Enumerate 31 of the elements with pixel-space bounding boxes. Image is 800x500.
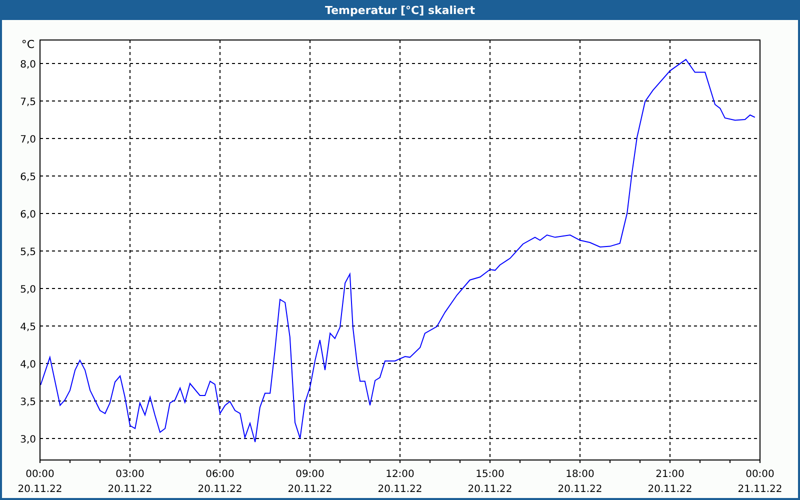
- x-tick-label: 00:00: [746, 469, 774, 480]
- date-label: 20.11.22: [288, 484, 332, 495]
- y-tick-label: 4,5: [20, 322, 36, 333]
- y-axis-unit: °C: [21, 38, 35, 51]
- y-tick-label: 3,5: [20, 396, 36, 408]
- y-tick-label: 3,0: [20, 434, 36, 446]
- x-tick-label: 00:00: [26, 469, 54, 480]
- date-label: 20.11.22: [198, 484, 242, 495]
- date-label: 20.11.22: [558, 484, 602, 495]
- x-tick-label: 09:00: [296, 469, 324, 480]
- date-label: 20.11.22: [108, 484, 152, 495]
- y-tick-label: 5,0: [20, 284, 36, 296]
- date-label: 20.11.22: [18, 484, 62, 495]
- y-tick-label: 6,5: [20, 172, 36, 183]
- y-tick-label: 6,0: [20, 209, 36, 220]
- y-tick-label: 8,0: [20, 59, 36, 70]
- y-tick-label: 5,5: [20, 246, 36, 258]
- date-label: 21.11.22: [738, 484, 782, 495]
- y-tick-label: 7,0: [20, 134, 36, 146]
- y-tick-label: 4,0: [20, 359, 36, 370]
- date-label: 20.11.22: [378, 484, 422, 495]
- date-label: 20.11.22: [648, 484, 692, 495]
- x-tick-label: 18:00: [566, 469, 594, 480]
- x-tick-label: 06:00: [206, 469, 234, 480]
- x-tick-label: 03:00: [116, 469, 144, 480]
- x-tick-label: 15:00: [476, 469, 504, 480]
- y-tick-label: 7,5: [20, 96, 36, 108]
- x-tick-label: 12:00: [386, 469, 414, 480]
- date-label: 20.11.22: [468, 484, 512, 495]
- window-title: Temperatur [°C] skaliert: [325, 4, 475, 16]
- x-tick-label: 21:00: [656, 469, 684, 480]
